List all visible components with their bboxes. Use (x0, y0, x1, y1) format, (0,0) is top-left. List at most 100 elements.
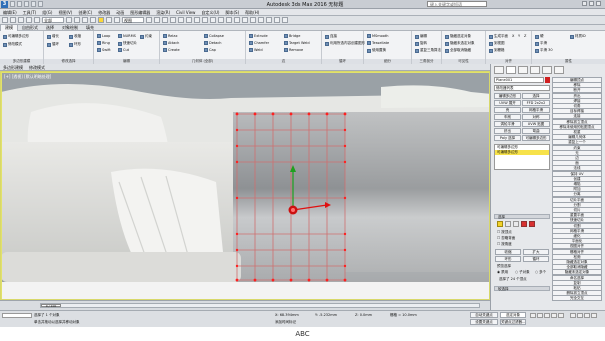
edit-panel-item-42[interactable]: 完全交互 (552, 295, 602, 302)
align-y-button[interactable]: Y (518, 34, 520, 38)
mirror-icon[interactable] (210, 17, 216, 23)
quickslice-button[interactable]: 快速切片 (118, 41, 137, 46)
play-icon[interactable] (544, 313, 550, 318)
layer-manager-icon[interactable] (226, 17, 232, 23)
curve-editor-icon[interactable] (242, 17, 248, 23)
unlink-icon[interactable] (26, 17, 32, 23)
modifier-uvw-unwrap-button[interactable]: UVW 展开 (494, 100, 521, 106)
turn-button[interactable]: 旋转 (415, 41, 427, 46)
tab-modeling[interactable]: 建模 (0, 24, 18, 31)
create-shape-button[interactable]: 利用所选内容创建图形 (325, 41, 365, 46)
modifier-uvw-map-button[interactable]: UVW 贴图 (522, 121, 550, 127)
connect-button[interactable]: 连接 (325, 34, 337, 39)
percent-snap-icon[interactable] (186, 17, 192, 23)
loop-selection-button[interactable]: 循环 (523, 256, 549, 262)
named-selection-icon[interactable] (202, 17, 208, 23)
tab-freeform[interactable]: 自由形式 (18, 25, 42, 31)
rectangle-selection-icon[interactable] (82, 17, 88, 23)
maxscript-listener[interactable] (2, 313, 32, 318)
modifier-symmetry-button[interactable]: 对称 (522, 114, 550, 120)
create-button[interactable]: Create (163, 48, 180, 52)
edit-triangulation-button[interactable]: 编辑 (415, 34, 427, 39)
modify-tab-icon[interactable] (506, 66, 516, 74)
soft-selection-rollout-header[interactable]: 软选择 (494, 286, 550, 291)
key-filters-button[interactable]: 关键点过滤器... (500, 319, 526, 325)
select-manipulate-icon[interactable] (154, 17, 160, 23)
modifier-ffd-button[interactable]: FFD 2x2x2 (522, 100, 550, 106)
zoom-icon[interactable] (570, 313, 576, 318)
tab-selection[interactable]: 选择 (42, 25, 58, 31)
bind-space-warp-icon[interactable] (34, 17, 40, 23)
remove-button[interactable]: Remove (284, 48, 303, 52)
constraints-button[interactable]: 约束 (140, 34, 152, 39)
time-slider-thumb[interactable]: 0 / 100 (41, 304, 61, 308)
next-frame-icon[interactable] (551, 313, 557, 318)
redo-icon[interactable] (38, 1, 43, 7)
goto-start-icon[interactable] (530, 313, 536, 318)
sub-bar-poly-modeling[interactable]: 多边形建模 (0, 64, 26, 71)
new-file-icon[interactable] (10, 1, 15, 7)
align-z-button[interactable]: Z (524, 34, 526, 38)
hide-selected-button[interactable]: 隐藏选定对象 (445, 34, 471, 39)
menu-item-animation[interactable]: 动画 (113, 9, 127, 16)
orbit-icon[interactable] (591, 313, 597, 318)
tessellate-button[interactable]: Tessellate (367, 41, 389, 45)
modifier-poly-select-button[interactable]: Poly 选择 (494, 135, 521, 141)
menu-item-create[interactable]: 创建(C) (75, 9, 95, 16)
set-key-button[interactable]: 设置关键点 (470, 319, 498, 325)
y-coordinate[interactable]: Y: -5.232mm (315, 313, 337, 317)
stack-item-selected[interactable]: 可编辑多边形 (495, 150, 549, 155)
goto-end-icon[interactable] (558, 313, 564, 318)
smooth-button[interactable]: 平滑 (535, 41, 547, 46)
time-slider-track[interactable]: 0 / 100 (40, 303, 480, 308)
target-weld-button[interactable]: Target Weld (284, 41, 310, 45)
grow-selection-button[interactable]: 扩大 (523, 249, 549, 255)
angle-snap-icon[interactable] (178, 17, 184, 23)
tab-populate[interactable]: 填充 (82, 25, 98, 31)
modifier-extrude-button[interactable]: 挤出 (494, 128, 521, 134)
border-mode-icon[interactable] (513, 221, 519, 227)
render-icon[interactable] (282, 17, 288, 23)
menu-item-modifiers[interactable]: 修改器 (95, 9, 113, 16)
minimize-icon[interactable] (582, 1, 587, 6)
undo-icon[interactable] (2, 17, 8, 23)
select-object-icon[interactable] (66, 17, 72, 23)
preview-multi-radio[interactable]: ○ 多个 (535, 270, 546, 275)
modifier-turbosmooth-button[interactable]: 涡轮平滑 (494, 121, 521, 127)
unhide-all-button[interactable]: 全部取消隐藏 (445, 48, 471, 53)
to-view-button[interactable]: 到视图 (489, 41, 505, 46)
modifier-editable-poly-button[interactable]: 可编辑多边形 (522, 135, 550, 141)
ring-selection-button[interactable]: 环形 (495, 256, 521, 262)
weld-button[interactable]: Weld (249, 48, 263, 52)
loop-tool-button[interactable]: Loop (97, 34, 110, 38)
editable-poly-button[interactable]: 可编辑多边形 (3, 34, 29, 39)
menu-item-graph-editors[interactable]: 图形编辑器 (127, 9, 153, 16)
maximize-icon[interactable] (589, 1, 594, 6)
retriangulate-button[interactable]: 重复三角算法 (415, 48, 441, 53)
z-coordinate[interactable]: Z: 0.0mm (355, 313, 372, 317)
modifier-edit-poly-button[interactable]: 编辑多边形 (494, 93, 521, 99)
menu-item-tools[interactable]: 工具(T) (20, 9, 40, 16)
zoom-all-icon[interactable] (577, 313, 583, 318)
reference-coordinate-dropdown[interactable]: 视图 (122, 17, 144, 23)
window-crossing-icon[interactable] (90, 17, 96, 23)
hierarchy-tab-icon[interactable] (518, 66, 528, 74)
tab-object-paint[interactable]: 对象绘制 (58, 25, 82, 31)
viewport-label[interactable]: [+] [透视] [默认明暗处理] (4, 74, 51, 80)
modify-mode-button[interactable]: 修改模式 (3, 42, 22, 47)
bridge-button[interactable]: Bridge (284, 34, 300, 38)
cap-button[interactable]: Cap (204, 48, 216, 52)
menu-item-rendering[interactable]: 渲染(R) (153, 9, 173, 16)
render-setup-icon[interactable] (266, 17, 272, 23)
menu-item-views[interactable]: 视图(V) (55, 9, 75, 16)
menu-item-civil-view[interactable]: Civil View (173, 9, 198, 16)
material-id-button[interactable]: 材质ID (570, 34, 586, 39)
search-input[interactable]: 键入关键字或短语 (427, 1, 487, 7)
shrink-selection-button[interactable]: 收缩 (495, 249, 521, 255)
selection-filter-dropdown[interactable]: 全部 (42, 17, 64, 23)
align-icon[interactable] (218, 17, 224, 23)
select-by-name-icon[interactable] (74, 17, 80, 23)
cut-button[interactable]: Cut (118, 48, 129, 52)
loop-button[interactable]: 循环 (47, 42, 59, 47)
app-icon[interactable]: 3 (1, 1, 8, 8)
